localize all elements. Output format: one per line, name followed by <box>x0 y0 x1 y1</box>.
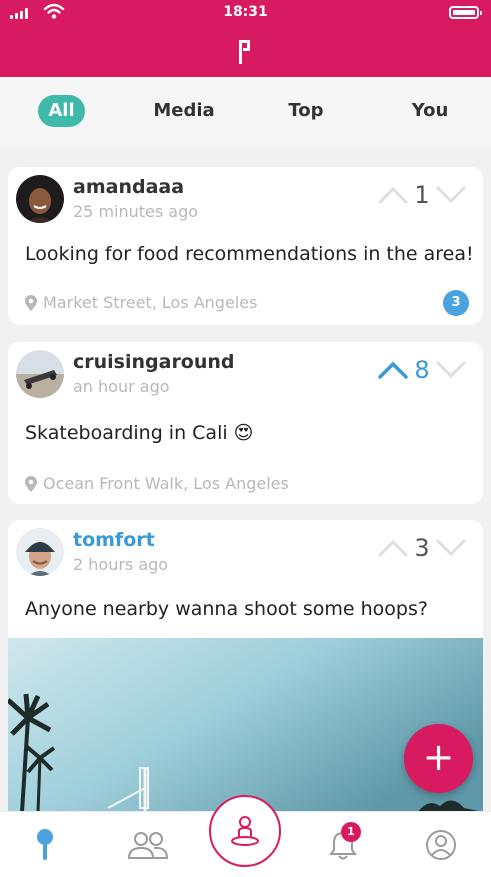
person-on-spot-icon <box>231 816 259 846</box>
people-icon <box>127 832 169 859</box>
post-location: Ocean Front Walk, Los Angeles <box>25 474 289 493</box>
vote-count: 1 <box>414 181 430 209</box>
upvote-icon[interactable] <box>377 360 409 380</box>
location-pin-icon <box>25 294 37 311</box>
post-time: 25 minutes ago <box>73 202 199 221</box>
post-text: Anyone nearby wanna shoot some hoops? <box>25 598 428 620</box>
post-card[interactable]: amandaaa 25 minutes ago 1 Looking for fo… <box>8 167 483 325</box>
nav-center-button[interactable] <box>209 795 281 867</box>
tab-you[interactable]: You <box>406 95 454 127</box>
post-text: Skateboarding in Cali 😍 <box>25 422 254 444</box>
avatar[interactable] <box>16 175 64 223</box>
upvote-icon[interactable] <box>377 538 409 558</box>
tab-media[interactable]: Media <box>150 95 218 127</box>
post-time: an hour ago <box>73 377 170 396</box>
downvote-icon[interactable] <box>435 538 467 558</box>
post-card[interactable]: cruisingaround an hour ago 8 Skateboardi… <box>8 342 483 504</box>
app-header <box>0 26 491 77</box>
app-logo <box>239 40 250 64</box>
vote-control: 1 <box>377 181 467 209</box>
downvote-icon[interactable] <box>435 360 467 380</box>
tab-top[interactable]: Top <box>280 95 332 127</box>
downvote-icon[interactable] <box>435 185 467 205</box>
profile-icon <box>426 830 456 860</box>
nav-people[interactable] <box>120 812 176 877</box>
tab-all[interactable]: All <box>38 95 85 127</box>
avatar[interactable] <box>16 528 64 576</box>
location-pin-icon <box>25 475 37 492</box>
vote-control: 8 <box>377 356 467 384</box>
filter-tabs: All Media Top You <box>0 77 491 145</box>
post-text: Looking for food recommendations in the … <box>25 243 474 265</box>
notification-badge: 1 <box>341 822 361 842</box>
location-pin-icon <box>37 829 53 860</box>
vote-count: 3 <box>414 534 430 562</box>
post-username[interactable]: cruisingaround <box>73 351 235 373</box>
vote-control: 3 <box>377 534 467 562</box>
nav-notifications[interactable] <box>318 812 368 877</box>
upvote-icon[interactable] <box>377 185 409 205</box>
battery-icon <box>449 6 482 19</box>
location-text: Ocean Front Walk, Los Angeles <box>43 474 289 493</box>
post-location: Market Street, Los Angeles <box>25 293 257 312</box>
post-photo[interactable] <box>8 638 483 812</box>
nav-profile[interactable] <box>416 812 466 877</box>
location-text: Market Street, Los Angeles <box>43 293 258 312</box>
post-username[interactable]: tomfort <box>73 529 155 551</box>
post-time: 2 hours ago <box>73 555 169 574</box>
status-time: 18:31 <box>223 4 268 20</box>
post-username[interactable]: amandaaa <box>73 176 184 198</box>
status-bar: 18:31 <box>0 0 491 26</box>
nav-feed[interactable] <box>20 812 70 877</box>
vote-count: 8 <box>414 356 430 384</box>
comment-count-badge[interactable]: 3 <box>443 290 469 316</box>
avatar[interactable] <box>16 350 64 398</box>
new-post-button[interactable]: + <box>404 724 473 793</box>
